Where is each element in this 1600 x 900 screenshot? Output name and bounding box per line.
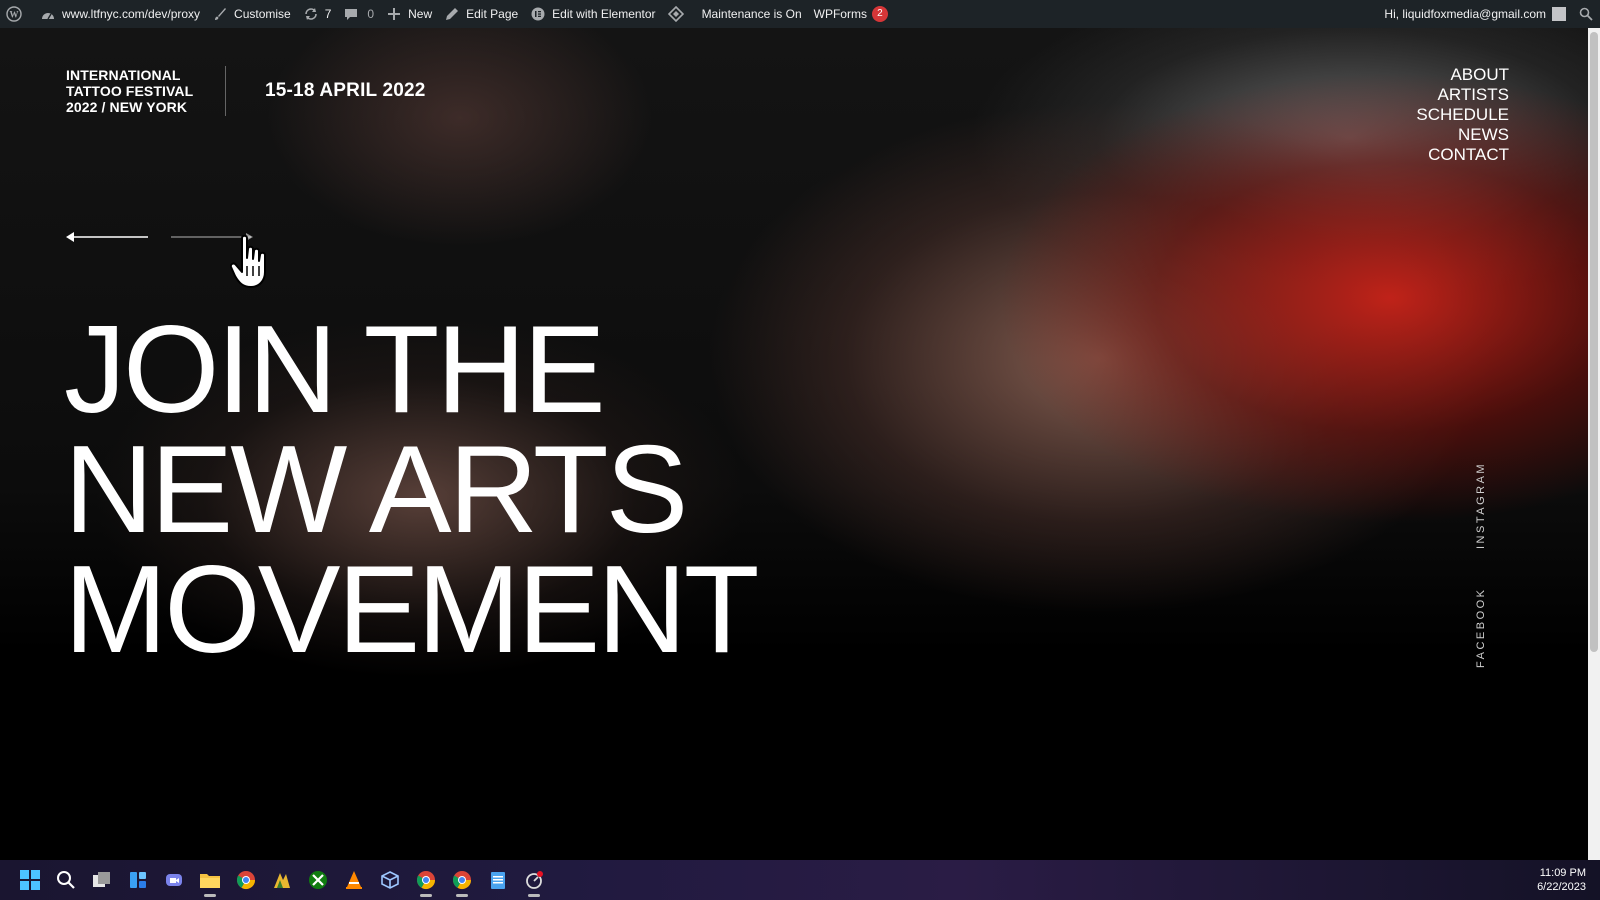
brush-icon [212,6,228,22]
page-scrollbar[interactable] [1588,28,1600,860]
xbox-icon[interactable] [300,862,336,898]
pencil-icon [444,6,460,22]
logo-line-3: 2022 / NEW YORK [66,99,188,115]
wp-logo-menu[interactable]: W [0,0,34,28]
header-divider [225,66,226,116]
logo-line-2: TATTOO FESTIVAL [66,83,194,99]
scrollbar-thumb[interactable] [1590,32,1598,652]
headline-line-2: NEW ARTS [64,421,688,559]
new-label: New [408,7,433,21]
edit-elementor-label: Edit with Elementor [552,7,656,21]
festival-dates: 15-18 APRIL 2022 [265,80,426,101]
chrome-icon[interactable] [408,862,444,898]
site-url: www.ltfnyc.com/dev/proxy [62,7,201,21]
search-icon[interactable] [48,862,84,898]
edit-page-label: Edit Page [466,7,519,21]
system-clock[interactable]: 11:09 PM 6/22/2023 [1537,866,1586,894]
svg-text:W: W [10,10,19,20]
edit-elementor-link[interactable]: Edit with Elementor [524,0,661,28]
nav-about[interactable]: ABOUT [1416,65,1509,85]
customise-link[interactable]: Customise [206,0,297,28]
updates-count: 7 [324,7,332,21]
hand-cursor-icon [230,234,266,288]
hero-headline: JOIN THE NEW ARTS MOVEMENT [64,301,759,679]
plus-icon [386,6,402,22]
wpforms-menu[interactable]: WPForms 2 [808,0,894,28]
updates-icon [303,6,319,22]
clock-date: 6/22/2023 [1537,881,1586,893]
wordpress-icon: W [6,6,22,22]
updates-link[interactable]: 7 [297,0,338,28]
box-icon[interactable] [372,862,408,898]
notepad-icon[interactable] [480,862,516,898]
edit-page-link[interactable]: Edit Page [438,0,524,28]
app-icon[interactable] [264,862,300,898]
search-icon [1578,6,1594,22]
slider-prev-arrow-icon[interactable] [66,231,148,243]
account-menu[interactable]: Hi, liquidfoxmedia@gmail.com [1378,0,1572,28]
main-nav: ABOUT ARTISTS SCHEDULE NEWS CONTACT [1416,65,1509,165]
festival-logo[interactable]: INTERNATIONAL TATTOO FESTIVAL 2022 / NEW… [66,67,193,115]
dashboard-icon [40,6,56,22]
headline-line-3: MOVEMENT [64,541,759,679]
app-notification-icon[interactable] [516,862,552,898]
nav-artists[interactable]: ARTISTS [1416,85,1509,105]
diamond-menu[interactable] [662,0,696,28]
comment-icon [343,6,359,22]
headline-line-1: JOIN THE [64,301,606,439]
logo-line-1: INTERNATIONAL [66,67,181,83]
teams-chat-icon[interactable] [156,862,192,898]
elementor-icon [530,6,546,22]
wp-admin-bar: W www.ltfnyc.com/dev/proxy Customise 7 0… [0,0,1600,28]
instagram-link[interactable]: INSTAGRAM [1475,462,1487,549]
hero-section: INTERNATIONAL TATTOO FESTIVAL 2022 / NEW… [0,28,1588,860]
clock-time: 11:09 PM [1539,867,1586,879]
file-explorer-icon[interactable] [192,862,228,898]
chrome-icon[interactable] [228,862,264,898]
new-content-menu[interactable]: New [380,0,438,28]
facebook-link[interactable]: FACEBOOK [1475,587,1487,668]
windows-taskbar: 11:09 PM 6/22/2023 [0,860,1600,900]
vlc-icon[interactable] [336,862,372,898]
wpforms-label: WPForms [813,7,867,21]
maintenance-status[interactable]: Maintenance is On [696,0,808,28]
avatar [1552,7,1566,21]
account-greeting: Hi, liquidfoxmedia@gmail.com [1384,7,1546,21]
comments-link[interactable]: 0 [337,0,380,28]
maintenance-label: Maintenance is On [701,7,802,21]
diamond-icon [667,6,684,22]
comments-count: 0 [367,7,375,21]
widgets-icon[interactable] [120,862,156,898]
chrome-active-icon[interactable] [444,862,480,898]
nav-schedule[interactable]: SCHEDULE [1416,105,1509,125]
customise-label: Customise [234,7,291,21]
windows-start-icon[interactable] [12,862,48,898]
nav-contact[interactable]: CONTACT [1416,145,1509,165]
admin-search[interactable] [1572,0,1600,28]
task-view-icon[interactable] [84,862,120,898]
nav-news[interactable]: NEWS [1416,125,1509,145]
wpforms-badge: 2 [871,6,888,22]
site-name-menu[interactable]: www.ltfnyc.com/dev/proxy [34,0,206,28]
